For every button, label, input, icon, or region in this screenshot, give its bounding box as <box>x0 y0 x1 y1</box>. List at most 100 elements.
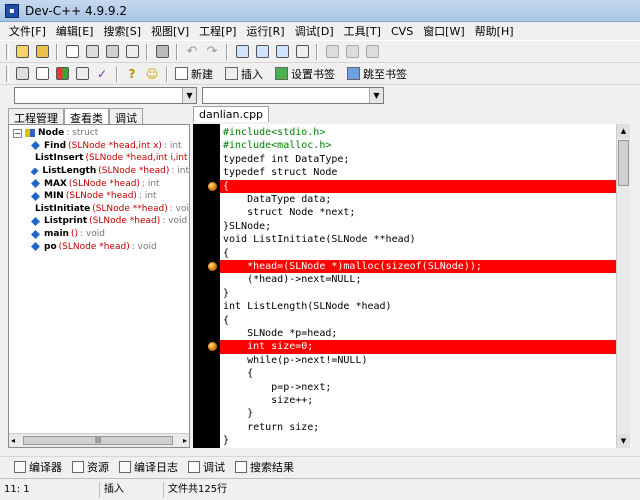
bottom-tab-2[interactable]: 编译日志 <box>115 459 182 475</box>
toolbar-separator <box>166 65 168 82</box>
editor-file-tab[interactable]: danlian.cpp <box>193 106 270 122</box>
menu-item-0[interactable]: 文件[F] <box>4 23 51 39</box>
remove-from-project-icon[interactable] <box>343 43 361 61</box>
menu-item-5[interactable]: 运行[R] <box>241 23 289 39</box>
new-button[interactable]: 新建 <box>172 65 216 83</box>
breakpoint-icon[interactable] <box>208 181 217 191</box>
code-line: (*head)->next=NULL; <box>223 274 362 286</box>
menu-item-6[interactable]: 调试[D] <box>290 23 339 39</box>
bottom-tab-label: 搜索结果 <box>250 460 294 474</box>
compile-icon[interactable] <box>13 65 31 83</box>
code-line: }SLNode; <box>223 220 272 232</box>
chevron-down-icon[interactable]: ▼ <box>182 88 196 103</box>
bottom-tab-1[interactable]: 资源 <box>68 459 113 475</box>
collapse-icon[interactable]: − <box>13 128 22 138</box>
left-tab-1[interactable]: 查看类 <box>64 108 109 125</box>
menu-item-10[interactable]: 帮助[H] <box>470 23 519 39</box>
scrollbar-thumb[interactable]: ||| <box>23 436 173 445</box>
window-title: Dev-C++ 4.9.9.2 <box>25 3 128 18</box>
method-icon <box>31 179 40 189</box>
chevron-down-icon[interactable]: ▼ <box>369 88 383 103</box>
menu-item-8[interactable]: CVS <box>386 25 418 38</box>
tree-method-8[interactable]: po (SLNode *head): void <box>9 240 189 253</box>
left-tab-2[interactable]: 调试 <box>109 108 143 125</box>
menu-item-9[interactable]: 窗口[W] <box>418 23 469 39</box>
find-icon[interactable] <box>233 43 251 61</box>
bottom-tab-3[interactable]: 调试 <box>184 459 229 475</box>
tree-method-7[interactable]: main(): void <box>9 228 189 241</box>
method-name: MAX <box>44 178 67 189</box>
tree-method-5[interactable]: ListInitiate(SLNode **head): void <box>9 203 189 216</box>
tree-method-3[interactable]: MAX (SLNode *head): int <box>9 177 189 190</box>
bottom-panel-tabs: 编译器 资源 编译日志 调试 搜索结果 <box>0 456 640 476</box>
tree-method-2[interactable]: ListLength (SLNode *head): int <box>9 165 189 178</box>
goto-bookmark-button[interactable]: 跳至书签 <box>344 65 410 83</box>
menu-item-2[interactable]: 搜索[S] <box>98 23 146 39</box>
scroll-right-icon[interactable]: ▸ <box>183 436 187 445</box>
method-name: MIN <box>44 191 64 202</box>
about-icon[interactable]: ☺ <box>143 65 161 83</box>
code-line: DataType data; <box>223 194 332 205</box>
save-all-icon[interactable] <box>103 43 121 61</box>
toolbar-separator <box>226 43 228 60</box>
print-icon[interactable] <box>153 43 171 61</box>
editor-gutter[interactable] <box>193 124 220 448</box>
breakpoint-icon[interactable] <box>208 262 217 271</box>
method-icon <box>31 191 40 201</box>
project-options-icon[interactable] <box>363 43 381 61</box>
method-signature: (SLNode *head) <box>58 241 130 252</box>
scroll-up-icon[interactable]: ▲ <box>617 124 630 138</box>
tree-rows: − Node: struct Find (SLNode *head,int x): i… <box>9 125 189 253</box>
redo-icon[interactable]: ↷ <box>203 43 221 61</box>
method-signature: (SLNode *head) <box>65 191 137 202</box>
scroll-left-icon[interactable]: ◂ <box>11 436 15 445</box>
class-combo[interactable]: ▼ <box>14 87 197 104</box>
breakpoint-icon[interactable] <box>208 342 217 352</box>
menu-item-1[interactable]: 编辑[E] <box>51 23 99 39</box>
bottom-tab-label: 编译器 <box>29 460 62 474</box>
scrollbar-thumb[interactable] <box>618 140 629 186</box>
compile-run-icon[interactable] <box>53 65 71 83</box>
code-line: } <box>223 408 254 420</box>
tree-method-1[interactable]: ListInsert (SLNode *head,int i,int x) <box>9 152 189 165</box>
class-browser-tree[interactable]: − Node: struct Find (SLNode *head,int x): i… <box>8 124 190 448</box>
bottom-tab-4[interactable]: 搜索结果 <box>231 459 298 475</box>
open-project-icon[interactable] <box>33 43 51 61</box>
tree-method-4[interactable]: MIN (SLNode *head): int <box>9 190 189 203</box>
toolbar-grip[interactable] <box>6 43 9 60</box>
new-file-icon[interactable] <box>63 43 81 61</box>
insert-button[interactable]: 插入 <box>222 65 266 83</box>
replace-icon[interactable] <box>253 43 271 61</box>
rebuild-icon[interactable] <box>73 65 91 83</box>
run-icon[interactable] <box>33 65 51 83</box>
tree-method-0[interactable]: Find (SLNode *head,int x): int <box>9 140 189 153</box>
scroll-down-icon[interactable]: ▼ <box>617 434 630 448</box>
bottom-tab-0[interactable]: 编译器 <box>10 459 66 475</box>
add-to-project-icon[interactable] <box>323 43 341 61</box>
new-file-icon <box>175 67 188 80</box>
code-line: SLNode *p=head; <box>223 328 338 339</box>
toolbar-grip[interactable] <box>6 65 9 82</box>
vertical-scrollbar[interactable]: ▲ ▼ <box>616 124 630 448</box>
set-bookmark-button[interactable]: 设置书签 <box>272 65 338 83</box>
menu-item-7[interactable]: 工具[T] <box>339 23 386 39</box>
code-line: { <box>220 179 616 193</box>
debug-check-icon[interactable]: ✓ <box>93 65 111 83</box>
menu-item-3[interactable]: 视图[V] <box>146 23 194 39</box>
code-line: { <box>223 247 230 259</box>
horizontal-scrollbar[interactable]: ◂ ||| ▸ <box>9 433 189 447</box>
undo-icon[interactable]: ↶ <box>183 43 201 61</box>
tree-method-6[interactable]: Listprint (SLNode *head): void <box>9 215 189 228</box>
code-editor[interactable]: #include<stdio.h> #include<malloc.h> typed… <box>220 124 616 448</box>
member-combo[interactable]: ▼ <box>202 87 384 104</box>
close-file-icon[interactable] <box>123 43 141 61</box>
goto-line-icon[interactable] <box>293 43 311 61</box>
help-icon[interactable]: ? <box>123 65 141 83</box>
find-next-icon[interactable] <box>273 43 291 61</box>
new-project-icon[interactable] <box>13 43 31 61</box>
menu-item-4[interactable]: 工程[P] <box>194 23 241 39</box>
method-signature: (SLNode *head) <box>98 166 170 177</box>
save-icon[interactable] <box>83 43 101 61</box>
tree-root-node[interactable]: − Node: struct <box>9 127 189 140</box>
left-tab-0[interactable]: 工程管理 <box>8 108 64 125</box>
